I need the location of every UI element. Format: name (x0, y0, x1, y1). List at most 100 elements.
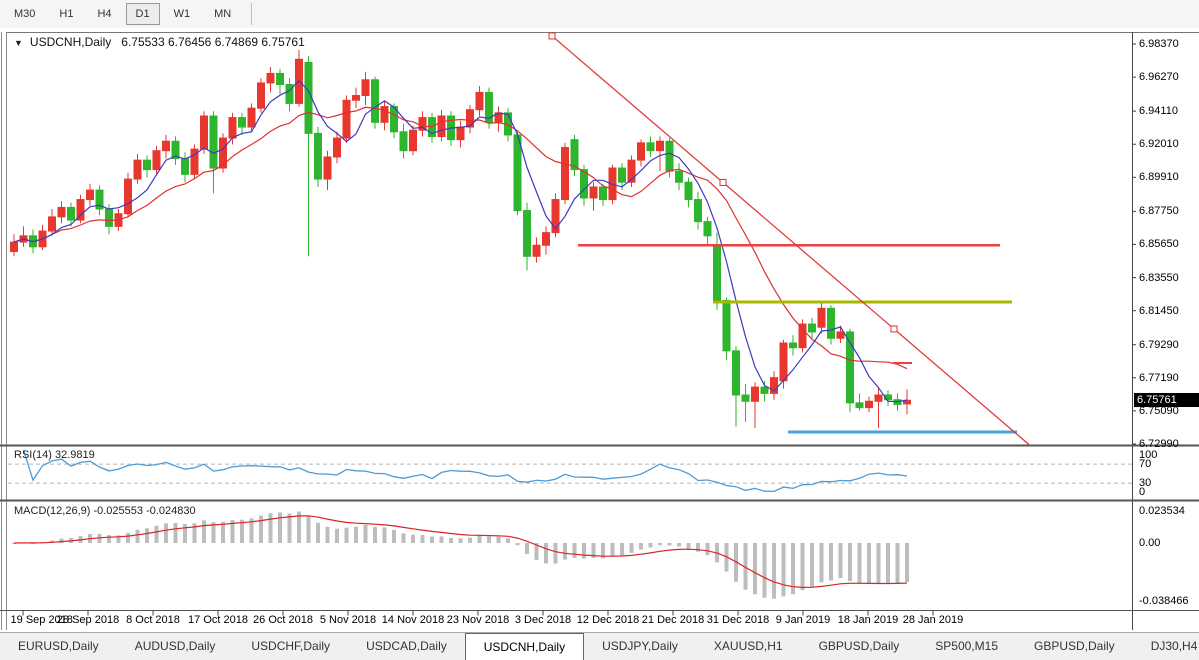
macd-bar (126, 533, 130, 543)
timeframe-toolbar: M30H1H4D1W1MN (0, 0, 1199, 29)
candle-body (790, 343, 797, 348)
macd-bar (164, 523, 168, 543)
macd-bar (60, 539, 64, 543)
macd-axis-label: -0.038466 (1139, 595, 1189, 607)
candle-body (372, 80, 379, 123)
chart-tab-USDJPY-Daily[interactable]: USDJPY,Daily (584, 633, 696, 660)
macd-bar (858, 543, 862, 583)
macd-bar (487, 537, 491, 543)
date-axis-label: 5 Nov 2018 (320, 614, 376, 626)
candle-body (134, 160, 141, 179)
timeframe-button-MN[interactable]: MN (204, 3, 241, 25)
date-axis-label: 26 Oct 2018 (253, 614, 313, 626)
macd-bar (155, 526, 159, 543)
date-axis-label: 12 Dec 2018 (577, 614, 639, 626)
candle-body (49, 217, 56, 231)
chart-tab-SP500-M15[interactable]: SP500,M15 (917, 633, 1016, 660)
trendline-handle[interactable] (549, 33, 555, 39)
chart-tab-GBPUSD-Daily[interactable]: GBPUSD,Daily (801, 633, 918, 660)
chart-window[interactable]: ▼USDCNH,Daily6.75533 6.76456 6.74869 6.7… (0, 28, 1199, 632)
candle-body (182, 159, 189, 175)
price-axis-label: 6.87750 (1139, 205, 1179, 217)
candle-body (676, 171, 683, 182)
macd-bar (848, 543, 852, 581)
candle-body (638, 143, 645, 160)
price-axis-label: 6.89910 (1139, 171, 1179, 183)
macd-bar (639, 543, 643, 550)
candle-body (657, 141, 664, 150)
macd-bar (468, 538, 472, 543)
candle-body (163, 141, 170, 150)
macd-indicator-label: MACD(12,26,9) -0.025553 -0.024830 (14, 505, 196, 517)
candle-body (780, 343, 787, 381)
date-axis-label: 23 Nov 2018 (447, 614, 509, 626)
price-axis-label: 6.98370 (1139, 38, 1179, 50)
price-axis-label: 6.92010 (1139, 138, 1179, 150)
candle-body (476, 92, 483, 109)
candle-body (761, 387, 768, 393)
chart-tab-USDCAD-Daily[interactable]: USDCAD,Daily (348, 633, 465, 660)
macd-bar (886, 543, 890, 583)
timeframe-button-W1[interactable]: W1 (164, 3, 201, 25)
candle-body (229, 118, 236, 138)
descending-trendline[interactable] (552, 36, 1029, 445)
candle-body (258, 83, 265, 108)
macd-bar (430, 537, 434, 543)
macd-bar (839, 543, 843, 578)
candle-body (856, 403, 863, 408)
candle-body (467, 110, 474, 127)
timeframe-button-H1[interactable]: H1 (49, 3, 83, 25)
macd-bar (440, 536, 444, 543)
macd-bar (677, 543, 681, 546)
candle-body (809, 324, 816, 332)
chart-tab-GBPUSD-Daily[interactable]: GBPUSD,Daily (1016, 633, 1133, 660)
chart-tab-AUDUSD-Daily[interactable]: AUDUSD,Daily (117, 633, 234, 660)
date-axis-label: 21 Dec 2018 (642, 614, 704, 626)
macd-bar (183, 524, 187, 543)
macd-bar (373, 527, 377, 543)
chart-tab-USDCHF-Daily[interactable]: USDCHF,Daily (233, 633, 348, 660)
macd-bar (829, 543, 833, 581)
chart-tab-EURUSD-Daily[interactable]: EURUSD,Daily (0, 633, 117, 660)
macd-bar (658, 543, 662, 545)
macd-bar (402, 533, 406, 543)
macd-bar (136, 530, 140, 543)
chart-tab-USDCNH-Daily[interactable]: USDCNH,Daily (465, 633, 584, 660)
price-axis-label: 6.79290 (1139, 339, 1179, 351)
chart-tab-XAUUSD-H1[interactable]: XAUUSD,H1 (696, 633, 801, 660)
macd-bar (278, 512, 282, 543)
chart-canvas[interactable] (0, 28, 1199, 632)
macd-bar (801, 543, 805, 590)
candle-body (695, 200, 702, 222)
candle-body (514, 135, 521, 211)
candle-body (381, 107, 388, 123)
macd-axis-label: 0.00 (1139, 537, 1160, 549)
timeframe-button-H4[interactable]: H4 (87, 3, 121, 25)
macd-bar (573, 543, 577, 558)
candle-body (818, 308, 825, 327)
candle-body (799, 324, 806, 348)
chart-dropdown-icon[interactable]: ▼ (14, 38, 23, 48)
candlestick-series (11, 50, 911, 428)
trendline-handle[interactable] (720, 179, 726, 185)
chart-tab-DJ30-H4[interactable]: DJ30,H4 (1133, 633, 1199, 660)
candle-body (87, 190, 94, 199)
candle-body (68, 207, 75, 220)
chart-symbol-label: USDCNH,Daily (30, 35, 111, 49)
candle-body (400, 132, 407, 151)
toolbar-separator (251, 3, 252, 25)
macd-bar (107, 535, 111, 543)
timeframe-button-M30[interactable]: M30 (4, 3, 45, 25)
macd-bar (687, 543, 691, 549)
candle-body (875, 395, 882, 401)
rsi-indicator-label: RSI(14) 32.9819 (14, 449, 95, 461)
candle-body (866, 401, 873, 407)
macd-bar (772, 543, 776, 599)
macd-bar (326, 527, 330, 543)
candle-body (837, 332, 844, 338)
trendline-handle[interactable] (891, 326, 897, 332)
timeframe-button-D1[interactable]: D1 (126, 3, 160, 25)
macd-bar (896, 543, 900, 583)
candle-body (600, 187, 607, 200)
macd-bar (411, 535, 415, 543)
